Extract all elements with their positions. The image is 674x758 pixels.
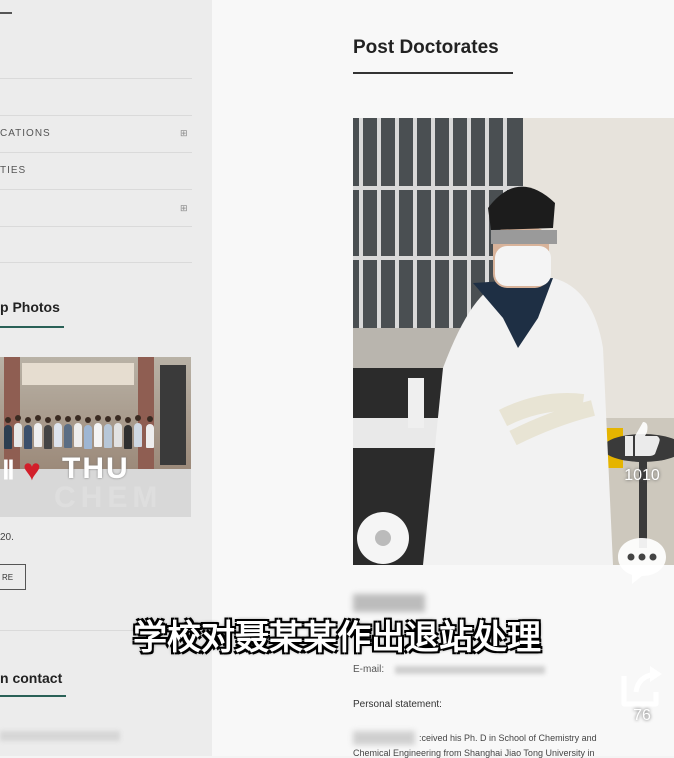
divider	[0, 115, 192, 116]
group-photo[interactable]: Ⅱ ♥ THU CHEM	[0, 357, 191, 517]
person	[74, 423, 82, 447]
heading-underline	[0, 326, 64, 328]
pillar	[138, 357, 154, 469]
pillar	[4, 357, 20, 469]
divider	[0, 78, 192, 79]
sidebar-item-label: TIES	[0, 165, 27, 176]
person	[104, 424, 112, 448]
head	[65, 416, 71, 422]
head	[55, 415, 61, 421]
email-label: E-mail:	[353, 664, 385, 675]
photo-date: 20.	[0, 532, 14, 543]
page-title: Post Doctorates	[353, 37, 499, 58]
video-subtitle: 学校对聂某某作出退站处理	[133, 618, 541, 658]
plus-icon[interactable]: ⊞	[180, 128, 188, 139]
divider	[0, 226, 192, 227]
contact-heading: n contact	[0, 670, 63, 686]
profile-photo[interactable]	[353, 118, 674, 565]
person	[84, 425, 92, 449]
person	[24, 425, 32, 449]
head	[125, 417, 131, 423]
divider	[0, 152, 192, 153]
plus-icon[interactable]: ⊞	[180, 203, 188, 214]
head	[115, 415, 121, 421]
head	[95, 415, 101, 421]
person	[114, 423, 122, 447]
sidebar-top-rule	[0, 12, 12, 14]
sidebar-item-activities[interactable]: TIES	[0, 165, 26, 176]
test-tube-icon: Ⅱ	[2, 455, 15, 485]
share-icon	[621, 666, 662, 707]
group-photos-heading: p Photos	[0, 299, 60, 315]
blurred-text	[353, 731, 415, 745]
like-button[interactable]: 1010	[612, 416, 672, 485]
statement-line: :ceived his Ph. D in School of Chemistry…	[419, 733, 597, 743]
person	[4, 425, 12, 449]
head	[75, 415, 81, 421]
head	[35, 415, 41, 421]
person	[54, 423, 62, 447]
person	[34, 423, 42, 447]
blurred-email	[395, 666, 545, 674]
building-sign	[22, 363, 134, 385]
sidebar-item-label: CATIONS	[0, 128, 51, 139]
statement-line: Chemical Engineering from Shanghai Jiao …	[353, 748, 595, 758]
thumbs-up-icon	[625, 422, 660, 456]
sidebar-item-publications[interactable]: CATIONS	[0, 128, 51, 139]
person	[94, 423, 102, 447]
personal-statement-label: Personal statement:	[353, 699, 442, 710]
head	[147, 416, 153, 422]
head	[45, 417, 51, 423]
heart-icon: ♥	[23, 454, 41, 487]
comment-bubble-icon	[618, 538, 666, 584]
person	[44, 425, 52, 449]
person	[14, 423, 22, 447]
divider	[0, 262, 192, 263]
divider	[0, 189, 192, 190]
heading-underline	[0, 695, 66, 697]
head	[5, 417, 11, 423]
head	[85, 417, 91, 423]
comment-button[interactable]	[612, 532, 672, 593]
head	[105, 416, 111, 422]
like-count: 1010	[624, 467, 660, 484]
sign-letters-chem: CHEM	[54, 481, 163, 514]
person	[146, 424, 154, 448]
head	[25, 417, 31, 423]
share-button[interactable]: 76	[612, 660, 672, 725]
title-underline	[353, 72, 513, 74]
person	[124, 425, 132, 449]
person	[64, 424, 72, 448]
person	[134, 423, 142, 447]
blurred-contact-text	[0, 731, 120, 741]
more-button[interactable]: RE	[0, 564, 26, 590]
head	[135, 415, 141, 421]
lab-scene	[353, 118, 674, 565]
doorway	[160, 365, 186, 465]
head	[15, 415, 21, 421]
